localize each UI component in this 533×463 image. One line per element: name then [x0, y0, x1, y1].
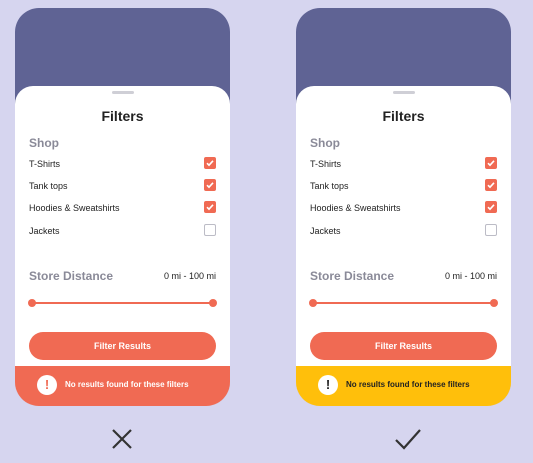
filter-item-label: Hoodies & Sweatshirts — [29, 203, 120, 213]
checkbox-checked[interactable] — [204, 201, 216, 213]
checkbox-checked[interactable] — [204, 179, 216, 191]
store-distance-label: Store Distance — [310, 269, 395, 283]
filter-item-jackets[interactable]: Jackets — [29, 223, 216, 239]
distance-slider[interactable] — [28, 299, 217, 307]
distance-range-value: 0 mi - 100 mi — [444, 271, 497, 281]
drag-handle[interactable] — [111, 91, 134, 94]
phone-mockup-incorrect: Filters Shop T-Shirts Tank tops Hoodies … — [15, 8, 230, 406]
checkbox-unchecked[interactable] — [485, 224, 497, 236]
filter-item-tshirts[interactable]: T-Shirts — [29, 156, 216, 172]
cross-icon — [112, 429, 132, 449]
filter-item-tank-tops[interactable]: Tank tops — [310, 178, 497, 194]
filter-item-tshirts[interactable]: T-Shirts — [310, 156, 497, 172]
filter-item-jackets[interactable]: Jackets — [310, 223, 497, 239]
filter-results-button[interactable]: Filter Results — [310, 332, 497, 360]
sheet-title: Filters — [101, 108, 144, 124]
distance-range-value: 0 mi - 100 mi — [163, 271, 216, 281]
checkmark-icon — [395, 429, 421, 450]
filters-sheet: Filters Shop T-Shirts Tank tops Hoodies … — [296, 86, 511, 406]
distance-slider[interactable] — [309, 299, 498, 307]
shop-section-label: Shop — [29, 136, 59, 150]
banner-message: No results found for these filters — [346, 380, 470, 389]
alert-icon: ! — [37, 375, 57, 395]
alert-icon: ! — [318, 375, 338, 395]
sheet-title: Filters — [382, 108, 425, 124]
filter-item-label: T-Shirts — [29, 159, 61, 169]
filter-results-button[interactable]: Filter Results — [29, 332, 216, 360]
shop-section-label: Shop — [310, 136, 340, 150]
filter-item-label: Jackets — [310, 226, 341, 236]
filters-sheet: Filters Shop T-Shirts Tank tops Hoodies … — [15, 86, 230, 406]
filter-item-label: Jackets — [29, 226, 60, 236]
slider-min-handle[interactable] — [28, 299, 36, 307]
filter-item-label: Hoodies & Sweatshirts — [310, 203, 401, 213]
checkbox-unchecked[interactable] — [204, 224, 216, 236]
checkbox-checked[interactable] — [485, 179, 497, 191]
filter-item-hoodies[interactable]: Hoodies & Sweatshirts — [29, 200, 216, 216]
filter-item-tank-tops[interactable]: Tank tops — [29, 178, 216, 194]
filter-item-hoodies[interactable]: Hoodies & Sweatshirts — [310, 200, 497, 216]
filter-item-label: T-Shirts — [310, 159, 342, 169]
slider-min-handle[interactable] — [309, 299, 317, 307]
error-banner: ! No results found for these filters — [15, 366, 230, 406]
drag-handle[interactable] — [392, 91, 415, 94]
checkbox-checked[interactable] — [485, 201, 497, 213]
phone-mockup-correct: Filters Shop T-Shirts Tank tops Hoodies … — [296, 8, 511, 406]
warning-banner: ! No results found for these filters — [296, 366, 511, 406]
slider-max-handle[interactable] — [490, 299, 498, 307]
checkbox-checked[interactable] — [204, 157, 216, 169]
filter-item-label: Tank tops — [29, 181, 68, 191]
store-distance-label: Store Distance — [29, 269, 114, 283]
checkbox-checked[interactable] — [485, 157, 497, 169]
filter-item-label: Tank tops — [310, 181, 349, 191]
slider-max-handle[interactable] — [209, 299, 217, 307]
banner-message: No results found for these filters — [65, 380, 189, 389]
